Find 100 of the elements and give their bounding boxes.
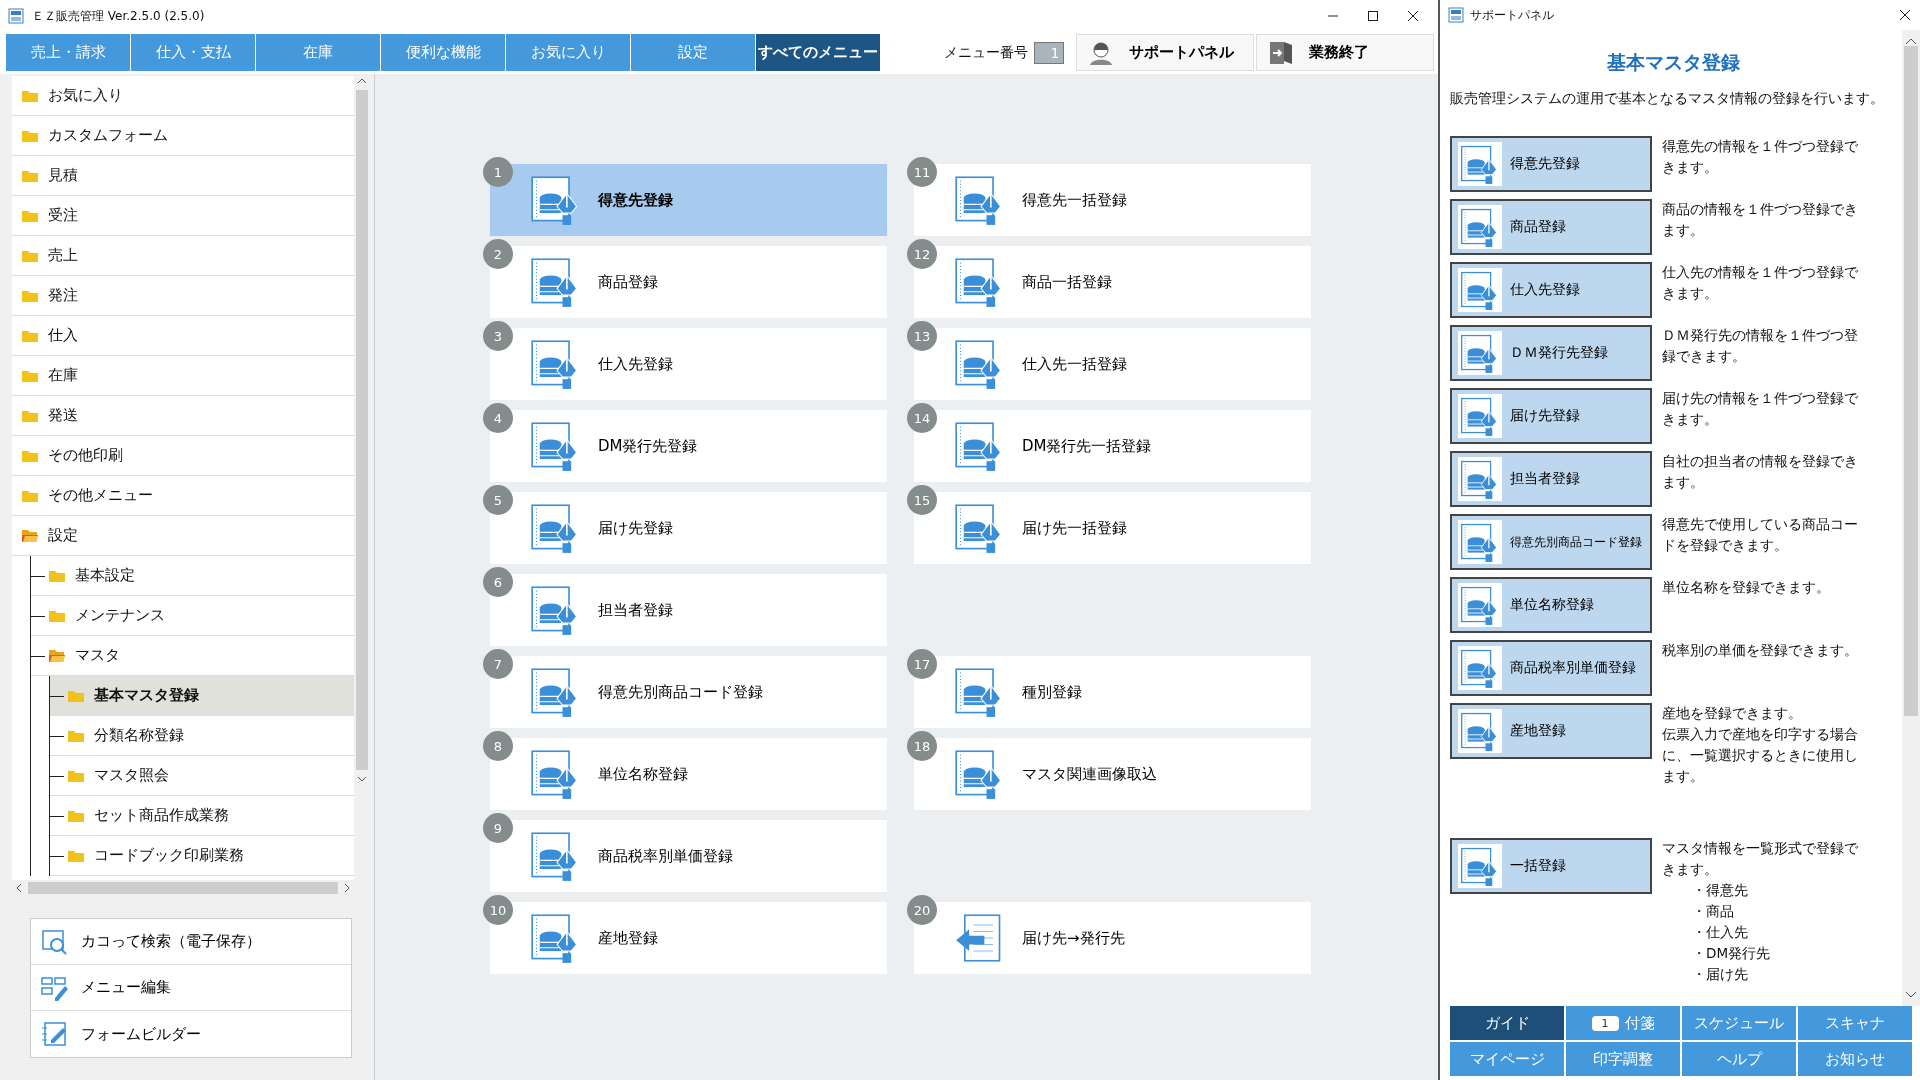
folder-icon xyxy=(22,129,38,142)
folder-icon xyxy=(68,769,84,782)
guide-description: 得意先で使用している商品コードを登録できます。 xyxy=(1662,515,1859,555)
exit-button[interactable]: 業務終了 xyxy=(1256,34,1434,71)
tree-item[interactable]: 仕入 xyxy=(12,316,354,356)
folder-icon xyxy=(22,369,38,382)
guide-description: 商品の情報を１件づつ登録できます。 xyxy=(1662,200,1859,240)
database-pen-icon xyxy=(1458,709,1502,753)
number-badge: 12 xyxy=(907,239,937,269)
guide-description: 届け先の情報を１件づつ登録できます。 xyxy=(1662,389,1859,429)
list-item: ・商品 xyxy=(1692,902,1735,921)
count-badge: 1 xyxy=(1591,1015,1619,1031)
number-badge: 6 xyxy=(483,567,513,597)
guide-button[interactable]: 得意先登録 xyxy=(1450,136,1652,192)
scrollbar-thumb[interactable] xyxy=(28,882,338,894)
scroll-down-icon xyxy=(1905,990,1917,1000)
tree-item[interactable]: メンテナンス xyxy=(31,596,354,636)
number-badge: 5 xyxy=(483,485,513,515)
folder-icon xyxy=(49,609,65,622)
guide-description: マスタ情報を一覧形式で登録できます。 xyxy=(1662,839,1859,879)
folder-icon xyxy=(68,849,84,862)
guide-description: 仕入先の情報を１件づつ登録できます。 xyxy=(1662,263,1859,303)
tree-item[interactable]: コードブック印刷業務 xyxy=(50,836,354,876)
number-badge: 20 xyxy=(907,895,937,925)
tree-item[interactable]: 受注 xyxy=(12,196,354,236)
database-pen-icon xyxy=(1458,844,1502,888)
panel-title: サポートパネル xyxy=(1470,6,1555,24)
database-pen-icon xyxy=(1458,268,1502,312)
tree-item[interactable]: 在庫 xyxy=(12,356,354,396)
tree-item[interactable]: 見積 xyxy=(12,156,354,196)
guide-button[interactable]: 届け先登録 xyxy=(1450,388,1652,444)
guide-button[interactable]: 仕入先登録 xyxy=(1450,262,1652,318)
panel-tab[interactable]: 1 付箋 xyxy=(1566,1006,1680,1040)
panel-description: 販売管理システムの運用で基本となるマスタ情報の登録を行います。 xyxy=(1450,90,1885,108)
guide-button[interactable]: 商品登録 xyxy=(1450,199,1652,255)
document-magnifier-icon xyxy=(41,927,69,956)
tree-item[interactable]: 設定 xyxy=(12,516,354,556)
tree-item[interactable]: カスタムフォーム xyxy=(12,116,354,156)
tree-item[interactable]: 発送 xyxy=(12,396,354,436)
number-badge: 3 xyxy=(483,321,513,351)
folder-icon xyxy=(22,289,38,302)
number-badge: 1 xyxy=(483,157,513,187)
list-item: ・届け先 xyxy=(1692,965,1749,984)
number-badge: 17 xyxy=(907,649,937,679)
scroll-up-icon xyxy=(357,76,367,86)
tree-item[interactable]: セット商品作成業務 xyxy=(50,796,354,836)
scroll-down-icon xyxy=(357,774,367,784)
folder-icon xyxy=(22,329,38,342)
scroll-right-icon xyxy=(342,883,352,893)
number-badge: 15 xyxy=(907,485,937,515)
menu-tab[interactable]: すべてのメニュー xyxy=(756,34,880,71)
number-badge: 10 xyxy=(483,895,513,925)
guide-button[interactable]: ＤＭ発行先登録 xyxy=(1450,325,1652,381)
guide-button[interactable]: 担当者登録 xyxy=(1450,451,1652,507)
guide-description: 税率別の単価を登録できます。 xyxy=(1662,641,1859,660)
tree-item[interactable]: 発注 xyxy=(12,276,354,316)
guide-description: 産地を登録できます。 xyxy=(1662,704,1803,723)
database-pen-icon xyxy=(1458,457,1502,501)
guide-description: 自社の担当者の情報を登録できます。 xyxy=(1662,452,1859,492)
number-badge: 13 xyxy=(907,321,937,351)
open-folder-icon xyxy=(49,649,65,662)
guide-description: ＤＭ発行先の情報を１件づつ登録できます。 xyxy=(1662,326,1859,366)
number-badge: 4 xyxy=(483,403,513,433)
tree-item[interactable]: その他メニュー xyxy=(12,476,354,516)
folder-icon xyxy=(49,569,65,582)
folder-icon xyxy=(22,409,38,422)
app-icon xyxy=(8,8,24,24)
list-item: ・得意先 xyxy=(1692,881,1749,900)
tree-item[interactable]: 分類名称登録 xyxy=(50,716,354,756)
panel-tab[interactable]: ガイド xyxy=(1450,1006,1564,1040)
folder-icon xyxy=(22,489,38,502)
number-badge: 14 xyxy=(907,403,937,433)
number-badge: 2 xyxy=(483,239,513,269)
tree-item[interactable]: 売上 xyxy=(12,236,354,276)
tree-item[interactable]: 基本マスタ登録 xyxy=(50,676,354,716)
guide-button[interactable]: 商品税率別単価登録 xyxy=(1450,640,1652,696)
folder-icon xyxy=(68,689,84,702)
scroll-up-icon xyxy=(1905,36,1917,46)
scrollbar-thumb[interactable] xyxy=(356,90,368,770)
guide-button[interactable]: 産地登録 xyxy=(1450,703,1652,759)
tree-item[interactable]: 基本設定 xyxy=(31,556,354,596)
tree-item[interactable]: その他印刷 xyxy=(12,436,354,476)
tree-item[interactable]: マスタ照会 xyxy=(50,756,354,796)
panel-heading: 基本マスタ登録 xyxy=(1605,50,1741,75)
guide-button[interactable]: 一括登録 xyxy=(1450,838,1652,894)
folder-icon xyxy=(22,449,38,462)
database-pen-icon xyxy=(1458,520,1502,564)
form-pencil-icon xyxy=(41,1020,69,1048)
tree-item[interactable]: お気に入り xyxy=(12,76,354,116)
database-pen-icon xyxy=(1458,142,1502,186)
support-panel-button[interactable]: サポートパネル xyxy=(1076,34,1254,71)
number-badge: 7 xyxy=(483,649,513,679)
guide-description: 単位名称を登録できます。 xyxy=(1662,578,1831,597)
number-badge: 11 xyxy=(907,157,937,187)
scrollbar-thumb[interactable] xyxy=(1904,46,1918,716)
folder-icon xyxy=(22,209,38,222)
scroll-left-icon xyxy=(14,883,24,893)
guide-button[interactable]: 得意先別商品コード登録 xyxy=(1450,514,1652,570)
guide-button[interactable]: 単位名称登録 xyxy=(1450,577,1652,633)
folder-icon xyxy=(22,169,38,182)
